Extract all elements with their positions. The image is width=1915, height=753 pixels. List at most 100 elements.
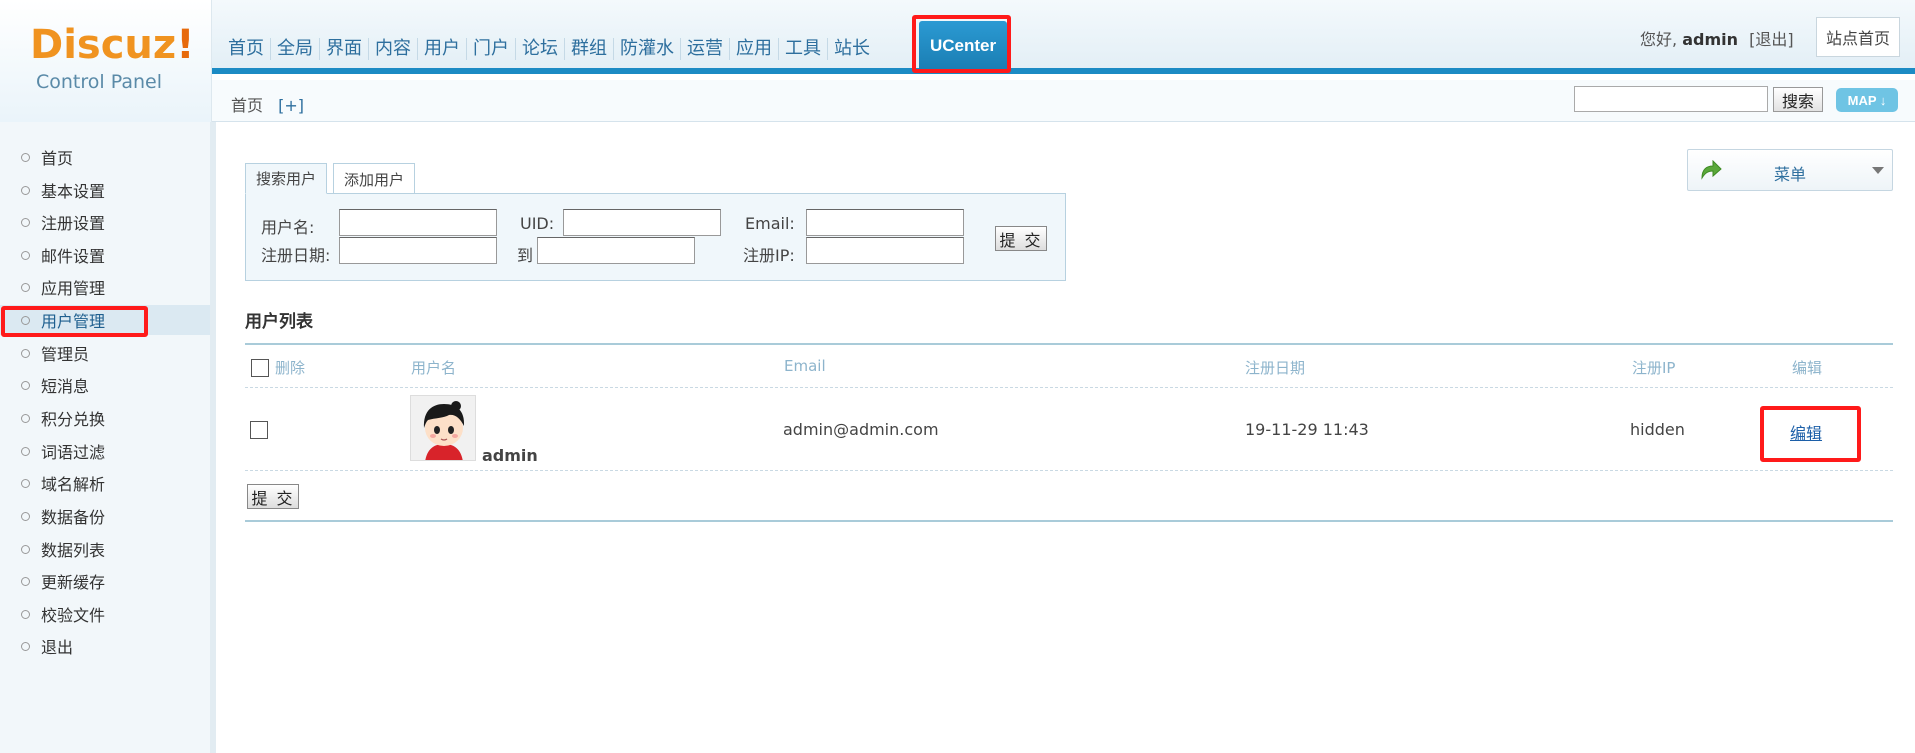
sidebar: 首页 基本设置 注册设置 邮件设置 应用管理 用户管理 管理员 短消息 积分兑换… — [0, 122, 216, 753]
sidebar-item-mail-settings[interactable]: 邮件设置 — [0, 240, 210, 270]
sidebar-item-word-filter[interactable]: 词语过滤 — [0, 436, 210, 466]
uid-label: UID: — [520, 214, 555, 233]
logout-link[interactable]: [退出] — [1749, 30, 1794, 49]
nav-apps[interactable]: 应用 — [730, 38, 779, 60]
sidebar-item-credit-exchange[interactable]: 积分兑换 — [0, 403, 210, 433]
nav-content[interactable]: 内容 — [369, 38, 418, 60]
nav-antispam[interactable]: 防灌水 — [614, 38, 681, 60]
bullet-icon — [21, 282, 30, 292]
row-regdate: 19-11-29 11:43 — [1245, 420, 1369, 439]
sidebar-item-home[interactable]: 首页 — [0, 142, 210, 172]
sidebar-item-domain[interactable]: 域名解析 — [0, 468, 210, 498]
menu-dropdown[interactable]: 菜单 — [1687, 149, 1893, 191]
bullet-icon — [21, 413, 30, 423]
regdate-to-input[interactable] — [537, 237, 695, 264]
sidebar-item-label: 更新缓存 — [41, 573, 106, 592]
user-search-panel: 用户名: UID: Email: 注册日期: 到 注册IP: 提 交 — [245, 193, 1066, 281]
divider — [245, 343, 1893, 345]
user-tabs: 搜索用户 添加用户 — [245, 163, 421, 194]
logo-brand: Discuz — [30, 22, 177, 68]
sidebar-item-admins[interactable]: 管理员 — [0, 338, 210, 368]
search-submit-button[interactable]: 提 交 — [995, 226, 1047, 251]
bullet-icon — [21, 348, 30, 358]
nav-portal[interactable]: 门户 — [467, 38, 516, 60]
sidebar-item-label: 退出 — [41, 638, 74, 657]
column-header-edit: 编辑 — [1792, 359, 1823, 377]
breadcrumb: 首页 [+] — [231, 92, 304, 116]
discuz-logo[interactable]: Discuz! Control Panel — [0, 0, 212, 122]
sidebar-item-messages[interactable]: 短消息 — [0, 370, 210, 400]
bullet-icon — [21, 250, 30, 260]
sidebar-item-label: 数据备份 — [41, 508, 106, 527]
sidebar-item-logout[interactable]: 退出 — [0, 631, 210, 661]
add-shortcut-link[interactable]: [+] — [278, 96, 304, 115]
avatar — [410, 395, 476, 461]
sidebar-item-register-settings[interactable]: 注册设置 — [0, 207, 210, 237]
logo-brand-suffix: ! — [176, 22, 195, 68]
bullet-icon — [21, 609, 30, 619]
sidebar-item-user-management[interactable]: 用户管理 — [0, 305, 210, 335]
regdate-from-input[interactable] — [339, 237, 497, 264]
column-header-regip: 注册IP — [1632, 359, 1676, 377]
column-header-regdate: 注册日期 — [1245, 359, 1306, 377]
sidebar-item-label: 基本设置 — [41, 182, 106, 201]
email-input[interactable] — [806, 209, 964, 236]
bullet-icon — [21, 185, 30, 195]
nav-tools[interactable]: 工具 — [779, 38, 828, 60]
sidebar-item-app-management[interactable]: 应用管理 — [0, 272, 210, 302]
sidebar-item-label: 词语过滤 — [41, 443, 106, 462]
bullet-icon — [21, 315, 30, 325]
nav-forum[interactable]: 论坛 — [516, 38, 565, 60]
select-all-checkbox[interactable] — [251, 359, 269, 377]
sidebar-item-backup[interactable]: 数据备份 — [0, 501, 210, 531]
sidebar-item-data-list[interactable]: 数据列表 — [0, 534, 210, 564]
nav-ucenter[interactable]: UCenter — [919, 21, 1007, 71]
admin-search-button[interactable]: 搜索 — [1773, 87, 1823, 112]
breadcrumb-home[interactable]: 首页 — [231, 96, 263, 115]
sidebar-item-basic-settings[interactable]: 基本设置 — [0, 175, 210, 205]
share-arrow-icon — [1701, 160, 1722, 180]
map-button[interactable]: MAP ↓ — [1836, 88, 1898, 112]
bullet-icon — [21, 152, 30, 162]
tab-add-user[interactable]: 添加用户 — [333, 163, 416, 194]
admin-search-input[interactable] — [1574, 86, 1768, 112]
list-submit-button[interactable]: 提 交 — [247, 484, 299, 509]
logo-subtitle: Control Panel — [36, 71, 162, 93]
sidebar-item-label: 数据列表 — [41, 541, 106, 560]
nav-webmaster[interactable]: 站长 — [828, 38, 876, 60]
menu-label: 菜单 — [1774, 165, 1807, 184]
nav-group[interactable]: 群组 — [565, 38, 614, 60]
sidebar-item-label: 注册设置 — [41, 214, 106, 233]
sidebar-item-label: 用户管理 — [41, 312, 106, 331]
username-input[interactable] — [339, 209, 497, 236]
bullet-icon — [21, 478, 30, 488]
nav-user[interactable]: 用户 — [418, 38, 467, 60]
avatar-image — [411, 396, 475, 460]
row-email: admin@admin.com — [783, 420, 939, 439]
uid-input[interactable] — [563, 209, 721, 236]
nav-home[interactable]: 首页 — [222, 38, 271, 60]
nav-operation[interactable]: 运营 — [681, 38, 730, 60]
row-username[interactable]: admin — [482, 446, 538, 465]
greeting-username: admin — [1682, 30, 1738, 49]
bullet-icon — [21, 576, 30, 586]
divider — [245, 520, 1893, 522]
sidebar-item-label: 管理员 — [41, 345, 90, 364]
tab-search-users[interactable]: 搜索用户 — [245, 163, 328, 194]
regip-input[interactable] — [806, 237, 964, 264]
nav-interface[interactable]: 界面 — [320, 38, 369, 60]
edit-user-link[interactable]: 编辑 — [1790, 420, 1822, 444]
bullet-icon — [21, 511, 30, 521]
chevron-down-icon — [1872, 167, 1884, 174]
greeting-text: 您好, — [1640, 30, 1678, 49]
row-divider — [245, 387, 1893, 388]
user-greeting: 您好, admin [退出] — [1640, 26, 1794, 50]
sidebar-item-verify-files[interactable]: 校验文件 — [0, 599, 210, 629]
nav-global[interactable]: 全局 — [271, 38, 320, 60]
top-nav: 首页 全局 界面 内容 用户 门户 论坛 群组 防灌水 运营 应用 工具 站长 — [222, 36, 876, 62]
row-select-checkbox[interactable] — [250, 421, 268, 439]
site-home-button[interactable]: 站点首页 — [1816, 17, 1900, 57]
sidebar-item-label: 首页 — [41, 149, 74, 168]
column-header-username: 用户名 — [411, 359, 457, 377]
sidebar-item-update-cache[interactable]: 更新缓存 — [0, 566, 210, 596]
